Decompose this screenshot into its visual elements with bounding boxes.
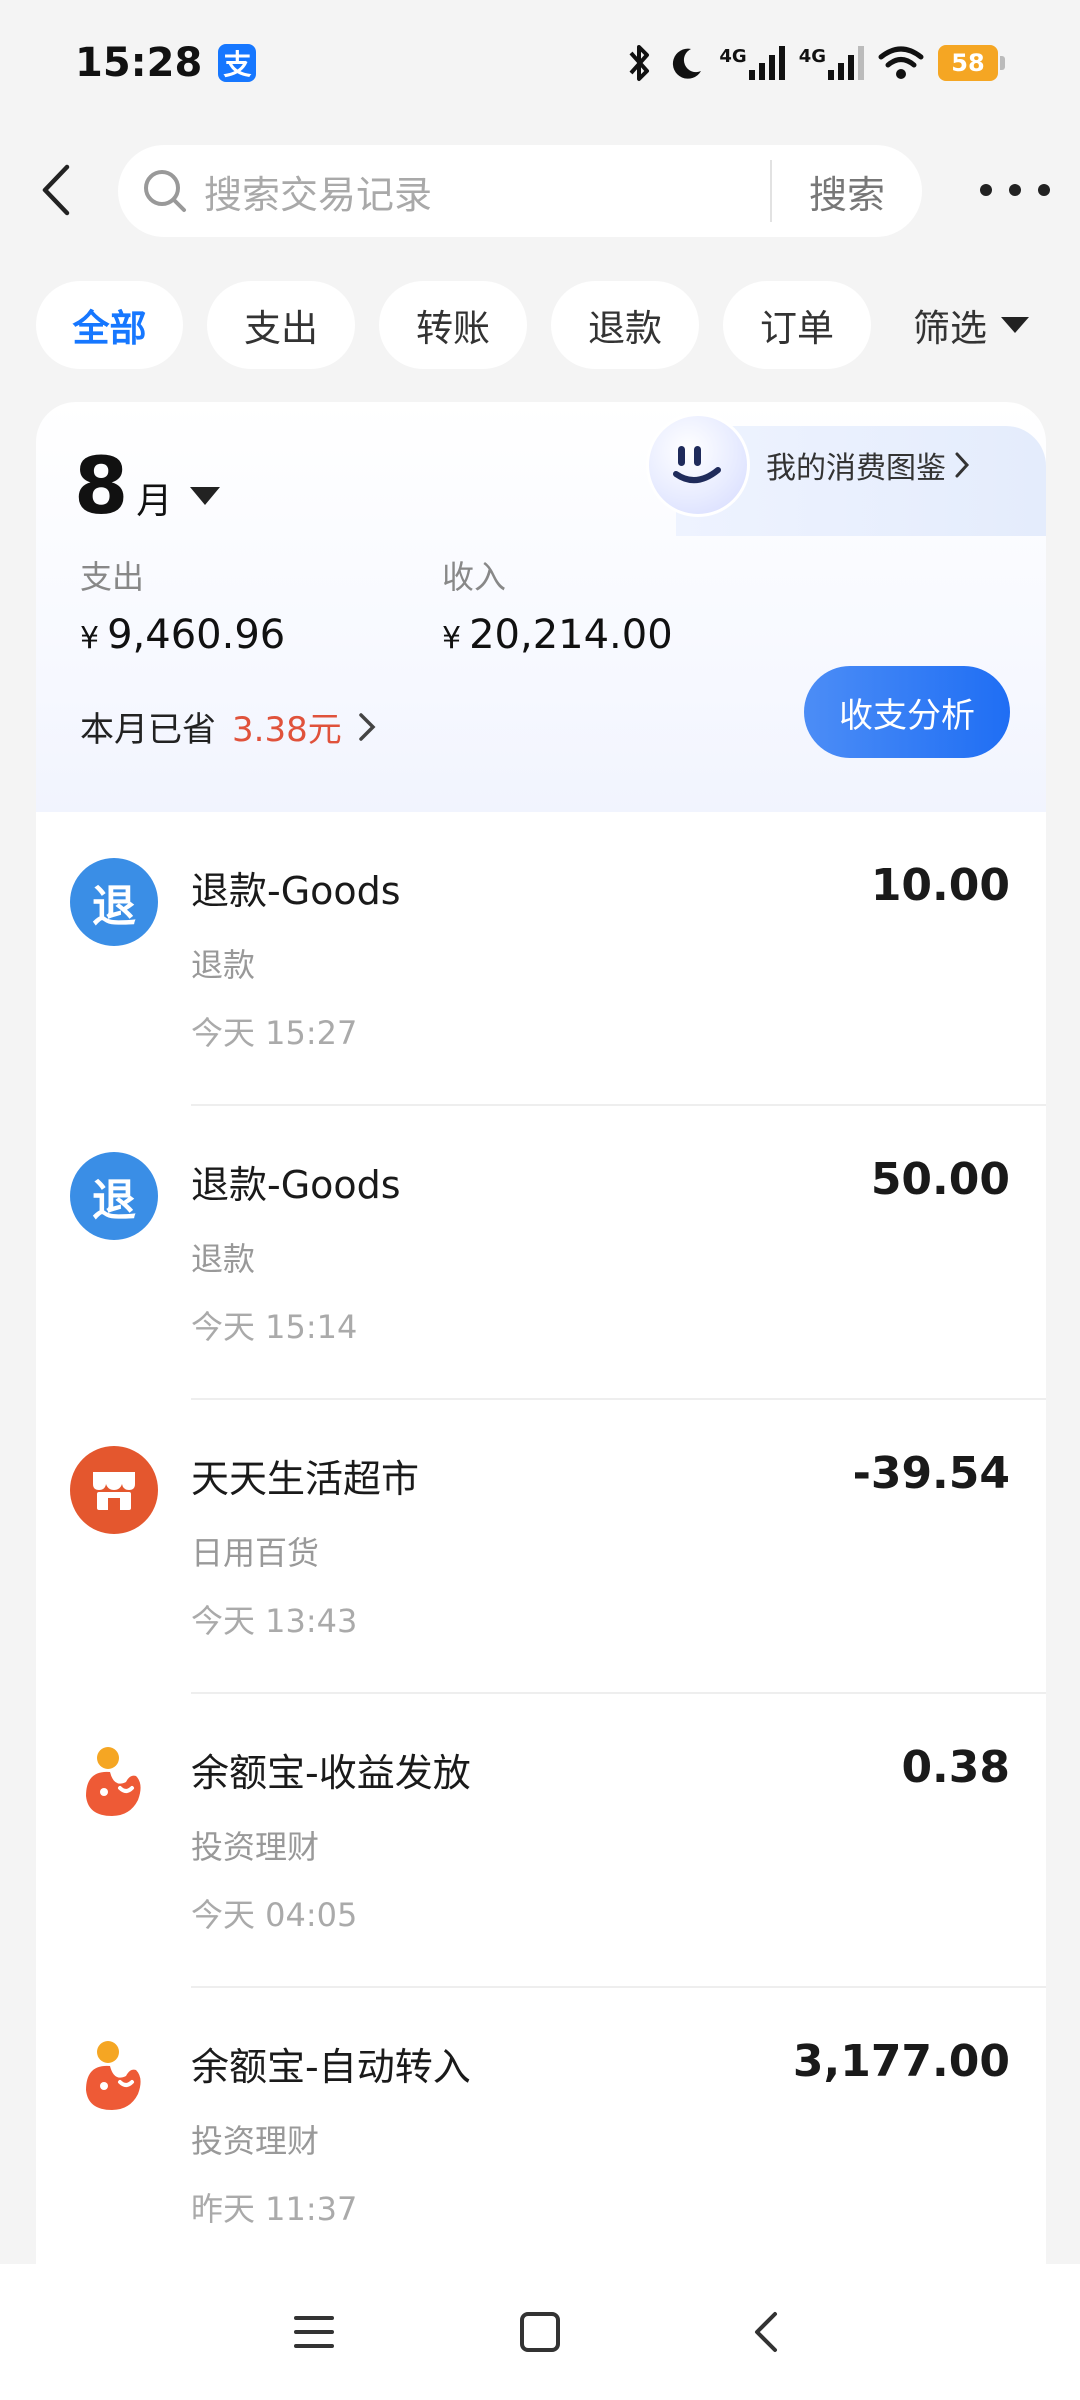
expense-label: 支出 [80,558,145,596]
filter-bar: 全部 支出 转账 退款 订单 筛选 [36,280,1080,370]
store-icon [70,1446,158,1534]
expense-value-row: ¥9,460.96 [80,612,285,658]
monthly-savings-link[interactable]: 本月已省 3.38元 [80,702,376,751]
yuebao-icon [70,1740,158,1828]
saved-amount: 3.38元 [232,710,342,750]
tab-all[interactable]: 全部 [36,281,183,369]
income-stat: 收入 ¥20,214.00 [442,552,673,658]
refund-icon: 退 [70,858,158,946]
currency-symbol: ¥ [80,621,100,656]
saved-label: 本月已省 [80,710,216,750]
transaction-amount: 3,177.00 [792,2036,1010,2087]
tab-transfer[interactable]: 转账 [379,281,527,369]
transaction-title: 退款-Goods [191,1163,401,1207]
transaction-time: 今天 04:05 [191,1896,358,1934]
more-icon[interactable] [980,165,1050,215]
transaction-time: 今天 13:43 [191,1602,358,1640]
battery-level: 58 [938,44,998,81]
transaction-category: 投资理财 [191,2122,320,2160]
transaction-row[interactable]: 退 退款-Goods 退款 今天 15:14 50.00 [36,1106,1046,1400]
month-selector[interactable]: 8 月 [74,442,221,532]
menu-icon[interactable] [284,2302,344,2362]
wifi-icon [878,46,924,79]
tab-refund[interactable]: 退款 [551,281,699,369]
tab-order[interactable]: 订单 [723,281,871,369]
income-value-row: ¥20,214.00 [442,612,673,658]
back-icon[interactable] [30,158,82,222]
transaction-amount: 0.38 [901,1742,1010,1793]
tab-expense[interactable]: 支出 [207,281,355,369]
yuebao-icon [70,2034,158,2122]
chevron-right-icon [358,712,376,741]
income-label: 收入 [442,558,507,596]
status-time: 15:28 [75,39,203,86]
transaction-amount: 10.00 [870,860,1010,911]
transaction-amount: -39.54 [852,1448,1010,1499]
header: 搜索交易记录 搜索 [0,140,1080,240]
search-icon [142,168,188,214]
transaction-list: 退 退款-Goods 退款 今天 15:27 10.00 退 退款-Goods … [36,812,1046,2264]
income-value: 20,214.00 [469,612,673,658]
network-type-1: 4G [719,45,747,67]
network-type-2: 4G [798,45,826,67]
transaction-row[interactable]: 天天生活超市 日用百货 今天 13:43 -39.54 [36,1400,1046,1694]
battery-icon: 58 [938,44,1005,81]
caret-down-icon [190,487,221,505]
nav-back-icon[interactable] [736,2302,796,2362]
month-number: 8 [74,442,129,532]
transaction-title: 天天生活超市 [191,1457,420,1501]
search-input[interactable]: 搜索交易记录 [204,164,770,219]
expense-value: 9,460.96 [107,612,286,658]
consumption-atlas-link[interactable]: 我的消费图鉴 [646,405,970,525]
transaction-time: 今天 15:14 [191,1308,358,1346]
chevron-right-icon [955,452,970,478]
search-box[interactable]: 搜索交易记录 搜索 [118,145,922,237]
currency-symbol: ¥ [442,621,462,656]
filter-dropdown[interactable]: 筛选 [913,298,1029,352]
status-bar: 15:28 支 4G 4G 58 [0,0,1080,125]
transaction-time: 今天 15:27 [191,1014,358,1052]
moon-icon [673,48,702,79]
filter-label: 筛选 [913,307,987,350]
transaction-row[interactable]: 余额宝-收益发放 投资理财 今天 04:05 0.38 [36,1694,1046,1988]
expense-stat: 支出 ¥9,460.96 [80,552,285,658]
month-unit: 月 [136,481,173,522]
income-expense-analysis-button[interactable]: 收支分析 [804,666,1010,758]
transaction-category: 退款 [191,946,256,984]
transaction-category: 退款 [191,1240,256,1278]
transaction-category: 投资理财 [191,1828,320,1866]
search-button[interactable]: 搜索 [772,164,922,219]
transaction-row[interactable]: 余额宝-自动转入 投资理财 昨天 11:37 3,177.00 [36,1988,1046,2264]
bluetooth-icon [629,44,650,81]
transaction-category: 日用百货 [191,1534,320,1572]
atlas-label: 我的消费图鉴 [766,451,946,486]
refund-icon: 退 [70,1152,158,1240]
transaction-title: 余额宝-收益发放 [191,1751,471,1795]
transaction-amount: 50.00 [870,1154,1010,1205]
home-icon[interactable] [510,2302,570,2362]
caret-down-icon [1001,317,1029,333]
system-nav-bar [0,2264,1080,2400]
transaction-row[interactable]: 退 退款-Goods 退款 今天 15:27 10.00 [36,812,1046,1106]
alipay-notification-icon: 支 [218,43,257,82]
signal-2-icon: 4G [798,45,864,80]
transaction-title: 退款-Goods [191,869,401,913]
signal-1-icon: 4G [719,45,785,80]
transaction-title: 余额宝-自动转入 [191,2045,471,2089]
status-indicators: 4G 4G 58 [625,43,1005,83]
smiley-mascot-icon [646,413,750,517]
transaction-time: 昨天 11:37 [191,2190,358,2228]
